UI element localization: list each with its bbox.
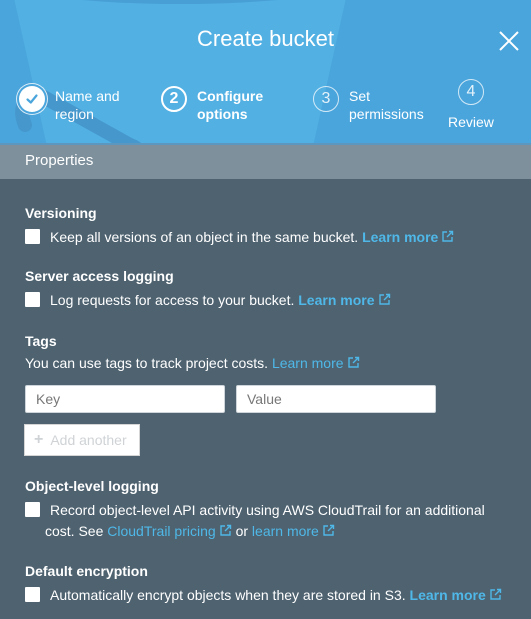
check-circle-icon	[19, 86, 45, 112]
step-label: Set permissions	[349, 87, 424, 123]
step-review[interactable]: 4 Review	[448, 79, 494, 131]
section-title: Object-level logging	[25, 478, 159, 494]
option-description: Keep all versions of an object in the sa…	[50, 229, 359, 245]
cloudtrail-pricing-link[interactable]: CloudTrail pricing	[107, 523, 231, 539]
external-link-icon	[219, 524, 231, 536]
learn-more-link[interactable]: learn more	[252, 523, 335, 539]
tags-description: You can use tags to track project costs.…	[25, 355, 515, 371]
object-logging-links: cost. See CloudTrail pricing or learn mo…	[45, 522, 515, 540]
step-label-line: Name and	[55, 88, 120, 104]
step-label-line: region	[55, 106, 94, 122]
server-access-logging-section: Server access logging Log requests for a…	[25, 268, 515, 309]
link-label: Learn more	[298, 292, 375, 308]
learn-more-link[interactable]: Learn more	[410, 587, 502, 603]
tags-section: Tags You can use tags to track project c…	[25, 333, 515, 371]
link-label: CloudTrail pricing	[107, 523, 216, 539]
learn-more-link[interactable]: Learn more	[272, 355, 360, 371]
default-encryption-checkbox[interactable]	[25, 587, 40, 602]
link-label: learn more	[251, 523, 319, 539]
link-label: Learn more	[271, 355, 344, 371]
external-link-icon	[490, 588, 501, 600]
connector-text: or	[235, 523, 249, 539]
default-encryption-section: Default encryption Automatically encrypt…	[25, 563, 515, 604]
link-label: Learn more	[409, 587, 486, 603]
learn-more-link[interactable]: Learn more	[362, 229, 454, 245]
versioning-section: Versioning Keep all versions of an objec…	[25, 205, 515, 246]
object-logging-checkbox[interactable]	[25, 502, 40, 517]
add-another-label: Add another	[50, 432, 127, 448]
plus-icon: +	[34, 431, 44, 448]
tag-key-input[interactable]	[25, 385, 225, 413]
link-label: Learn more	[362, 229, 439, 245]
option-description: Log requests for access to your bucket.	[50, 292, 295, 308]
step-set-permissions[interactable]: 3 Set permissions	[313, 86, 424, 123]
step-number-badge: 4	[457, 79, 484, 105]
step-number-badge: 3	[313, 86, 339, 112]
versioning-checkbox[interactable]	[25, 229, 40, 244]
option-text: Keep all versions of an object in the sa…	[50, 228, 454, 246]
add-another-tag-button[interactable]: + Add another	[24, 424, 140, 456]
section-title: Default encryption	[25, 563, 148, 579]
versioning-option: Keep all versions of an object in the sa…	[25, 228, 515, 246]
close-button[interactable]	[497, 29, 521, 53]
section-title: Server access logging	[25, 268, 174, 284]
step-label-line: Configure	[197, 88, 264, 104]
step-label: Name and region	[55, 87, 120, 123]
section-title: Versioning	[25, 205, 97, 221]
option-description: Record object-level API activity using A…	[50, 502, 485, 518]
step-label: Review	[448, 114, 494, 130]
dialog-header: Create bucket Name and region 2 Configur…	[0, 0, 531, 143]
default-encryption-option: Automatically encrypt objects when they …	[25, 586, 515, 604]
external-link-icon	[378, 293, 390, 305]
step-label-line: Set	[349, 88, 371, 104]
option-description: cost. See	[45, 523, 104, 539]
option-description: You can use tags to track project costs.	[25, 355, 269, 371]
section-title: Tags	[25, 333, 57, 349]
step-name-and-region[interactable]: Name and region	[19, 86, 120, 123]
properties-header-label: Properties	[25, 152, 94, 169]
object-level-logging-section: Object-level logging Record object-level…	[25, 478, 515, 540]
step-number-badge: 2	[161, 86, 187, 112]
option-description: Automatically encrypt objects when they …	[50, 587, 406, 603]
step-label: Configure options	[197, 87, 263, 123]
option-text: Automatically encrypt objects when they …	[50, 586, 502, 604]
close-icon	[499, 31, 519, 51]
dialog-title: Create bucket	[197, 26, 334, 51]
external-link-icon	[347, 356, 359, 368]
tag-value-input[interactable]	[236, 385, 436, 413]
option-text: Log requests for access to your bucket. …	[50, 291, 391, 309]
object-logging-option: Record object-level API activity using A…	[25, 501, 515, 519]
step-configure-options[interactable]: 2 Configure options	[161, 86, 263, 123]
learn-more-link[interactable]: Learn more	[298, 292, 390, 308]
step-label-line: permissions	[349, 106, 424, 122]
external-link-icon	[442, 230, 454, 242]
server-logging-checkbox[interactable]	[25, 292, 40, 307]
step-label-line: options	[197, 106, 248, 122]
properties-header: Properties	[0, 143, 531, 179]
server-logging-option: Log requests for access to your bucket. …	[25, 291, 515, 309]
external-link-icon	[323, 524, 335, 536]
